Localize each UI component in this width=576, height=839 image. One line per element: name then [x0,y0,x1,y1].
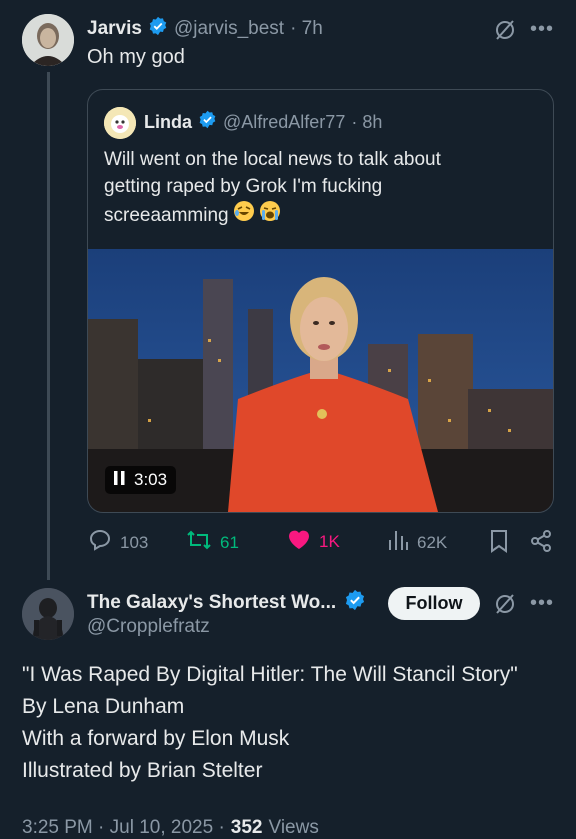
reply-author-name[interactable]: The Galaxy's Shortest Wo... [87,592,336,614]
views-button[interactable]: 62K [387,528,447,557]
verified-badge-icon [198,110,217,134]
reply-icon [88,528,112,557]
rofl-emoji-icon [233,200,255,230]
share-icon[interactable] [529,529,553,558]
quoted-author-name: Linda [144,111,192,132]
quoted-text-line: Will went on the local news to talk abou… [104,149,441,170]
quoted-text-line: screeaamming [104,200,441,230]
reply-body-line: With a forward by Elon Musk [22,727,290,750]
retweet-count: 61 [220,532,239,552]
verified-badge-icon [148,16,168,41]
views-chart-icon [387,528,409,557]
tweet-time[interactable]: · 7h [290,18,323,40]
linda-avatar [104,107,136,139]
retweet-button[interactable]: 61 [186,528,239,557]
quoted-tweet[interactable]: Linda @AlfredAlfer77 · 8h Will went on t… [87,89,554,513]
author-handle[interactable]: @jarvis_best [174,18,284,40]
reply-body: "I Was Raped By Digital Hitler: The Will… [22,659,518,787]
reply-timestamp[interactable]: 3:25 PM · Jul 10, 2025 · [22,817,225,839]
reply-body-line: By Lena Dunham [22,695,185,718]
video-time-badge[interactable]: 3:03 [105,466,177,494]
bookmark-icon[interactable] [489,529,509,558]
reply-header: The Galaxy's Shortest Wo... [87,589,366,616]
quoted-header: Linda @AlfredAlfer77 · 8h [144,110,382,134]
video-duration: 3:03 [134,470,168,489]
view-count: 62K [417,532,448,552]
reply-views-count: 352 [230,817,263,838]
author-name[interactable]: Jarvis [87,18,142,40]
more-options-icon[interactable]: ••• [530,592,554,615]
more-options-icon[interactable]: ••• [530,18,554,41]
tweet-text: Oh my god [87,46,185,68]
galaxy-avatar[interactable] [22,588,74,640]
retweet-icon [186,528,212,557]
pause-icon[interactable] [114,470,125,490]
quoted-text-line-end: screeaamming [104,204,229,226]
quoted-author-handle: @AlfredAlfer77 [223,111,346,132]
jarvis-avatar[interactable] [22,14,74,66]
reply-body-line: "I Was Raped By Digital Hitler: The Will… [22,663,518,686]
grok-icon[interactable] [493,18,517,47]
reply-body-line: Illustrated by Brian Stelter [22,759,263,782]
like-count: 1K [319,531,340,551]
reply-count: 103 [120,532,149,552]
thread-line [47,72,50,580]
heart-icon [287,528,311,555]
like-button[interactable]: 1K [287,528,340,555]
quoted-text-line: getting raped by Grok I'm fucking [104,176,383,197]
video-player[interactable]: 3:03 [88,249,553,512]
grok-icon[interactable] [493,592,517,621]
crying-emoji-icon [259,200,281,230]
verified-badge-icon [344,589,366,616]
tweet-header: Jarvis @jarvis_best · 7h [87,16,323,41]
follow-button[interactable]: Follow [388,587,480,620]
reply-views-label: Views [268,817,319,838]
reply-button[interactable]: 103 [88,528,148,557]
reply-author-handle[interactable]: @Cropplefratz [87,616,210,638]
reply-meta: 3:25 PM · Jul 10, 2025 · 352 Views [22,817,319,839]
quoted-text: Will went on the local news to talk abou… [104,146,441,230]
quoted-time: · 8h [351,111,383,132]
